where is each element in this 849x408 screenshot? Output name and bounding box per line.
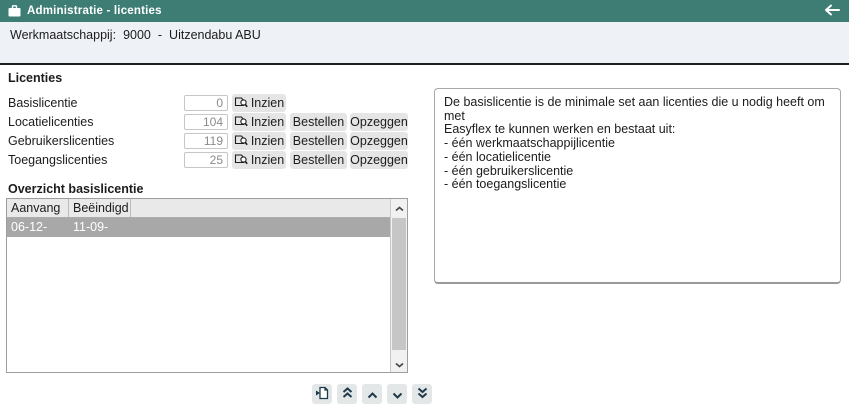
briefcase-icon — [8, 5, 21, 17]
info-line: - één toegangslicentie — [444, 178, 831, 192]
werkmaatschappij-number: 9000 — [123, 28, 151, 42]
goto-record-button[interactable] — [312, 384, 332, 404]
separator: - — [158, 28, 162, 42]
basislicentie-info-panel: De basislicentie is de minimale set aan … — [434, 88, 841, 284]
locatielicenties-bestellen-button[interactable]: Bestellen — [290, 113, 347, 131]
basislicentie-table: Aanvang Beëindigd 06-12-2010 11-09-2011 — [6, 198, 408, 373]
chevron-up-icon — [395, 200, 404, 215]
locatielicenties-opzeggen-button[interactable]: Opzeggen — [350, 113, 408, 131]
last-record-button[interactable] — [412, 384, 432, 404]
previous-record-button[interactable] — [362, 384, 382, 404]
table-scrollbar[interactable] — [390, 199, 407, 372]
table-content: Aanvang Beëindigd 06-12-2010 11-09-2011 — [7, 199, 390, 372]
toegangslicenties-opzeggen-button[interactable]: Opzeggen — [350, 151, 408, 169]
toegangslicenties-label: Toegangslicenties — [8, 151, 107, 169]
locatielicenties-count-input[interactable] — [184, 114, 228, 130]
context-bar: Werkmaatschappij: 9000 - Uitzendabu ABU — [0, 22, 849, 65]
werkmaatschappij-label: Werkmaatschappij: — [10, 28, 116, 42]
goto-record-icon — [315, 386, 329, 403]
scroll-down-button[interactable] — [391, 355, 407, 372]
column-header-filler — [131, 199, 390, 217]
back-button[interactable] — [823, 3, 841, 19]
scrollbar-thumb[interactable] — [392, 218, 406, 350]
gebruikerslicenties-bestellen-button[interactable]: Bestellen — [290, 132, 347, 150]
column-header-aanvang: Aanvang — [7, 199, 69, 217]
license-row-basislicentie: Basislicentie Inzien — [0, 94, 420, 112]
previous-record-icon — [367, 387, 378, 402]
inzien-label: Inzien — [251, 153, 284, 167]
inzien-label: Inzien — [251, 134, 284, 148]
license-row-gebruikerslicenties: Gebruikerslicenties Inzien Bestellen Opz… — [0, 132, 420, 150]
inzien-label: Inzien — [251, 96, 284, 110]
toegangslicenties-bestellen-button[interactable]: Bestellen — [290, 151, 347, 169]
info-line: - één werkmaatschappijlicentie — [444, 137, 831, 151]
title-bar: Administratie - licenties — [0, 0, 849, 22]
basislicentie-inzien-button[interactable]: Inzien — [232, 94, 286, 112]
toegangslicenties-inzien-button[interactable]: Inzien — [232, 151, 286, 169]
magnifier-document-icon — [234, 95, 248, 111]
gebruikerslicenties-count-input[interactable] — [184, 133, 228, 149]
gebruikerslicenties-opzeggen-button[interactable]: Opzeggen — [350, 132, 408, 150]
licenties-section-title: Licenties — [8, 71, 62, 85]
gebruikerslicenties-inzien-button[interactable]: Inzien — [232, 132, 286, 150]
basislicentie-label: Basislicentie — [8, 94, 77, 112]
next-record-button[interactable] — [387, 384, 407, 404]
locatielicenties-inzien-button[interactable]: Inzien — [232, 113, 286, 131]
license-row-locatielicenties: Locatielicenties Inzien Bestellen Opzegg… — [0, 113, 420, 131]
info-line: Easyflex te kunnen werken en bestaat uit… — [444, 123, 831, 137]
page-title: Administratie - licenties — [27, 5, 162, 17]
werkmaatschappij-info: Werkmaatschappij: 9000 - Uitzendabu ABU — [10, 28, 261, 42]
next-record-icon — [392, 387, 403, 402]
gebruikerslicenties-label: Gebruikerslicenties — [8, 132, 114, 150]
werkmaatschappij-name: Uitzendabu ABU — [169, 28, 261, 42]
info-line: De basislicentie is de minimale set aan … — [444, 96, 831, 123]
cell-aanvang: 06-12-2010 — [7, 218, 69, 237]
first-record-button[interactable] — [337, 384, 357, 404]
toegangslicenties-count-input[interactable] — [184, 152, 228, 168]
table-header-row: Aanvang Beëindigd — [7, 199, 390, 218]
info-line: - één locatielicentie — [444, 151, 831, 165]
locatielicenties-label: Locatielicenties — [8, 113, 93, 131]
info-line: - één gebruikerslicentie — [444, 165, 831, 179]
cell-beeindigd: 11-09-2011 — [69, 218, 131, 237]
cell-filler — [131, 218, 390, 237]
table-row[interactable]: 06-12-2010 11-09-2011 — [7, 218, 390, 237]
arrow-left-icon — [824, 4, 840, 19]
magnifier-document-icon — [234, 152, 248, 168]
license-row-toegangslicenties: Toegangslicenties Inzien Bestellen Opzeg… — [0, 151, 420, 169]
column-header-beeindigd: Beëindigd — [69, 199, 131, 217]
administratie-licenties-window: Administratie - licenties Werkmaatschapp… — [0, 0, 849, 408]
record-navigation-bar — [312, 384, 432, 404]
inzien-label: Inzien — [251, 115, 284, 129]
scroll-up-button[interactable] — [391, 199, 407, 216]
magnifier-document-icon — [234, 114, 248, 130]
basislicentie-count-input[interactable] — [184, 95, 228, 111]
last-record-icon — [417, 387, 428, 402]
chevron-down-icon — [395, 356, 404, 371]
magnifier-document-icon — [234, 133, 248, 149]
overzicht-section-title: Overzicht basislicentie — [8, 182, 143, 196]
first-record-icon — [342, 387, 353, 402]
